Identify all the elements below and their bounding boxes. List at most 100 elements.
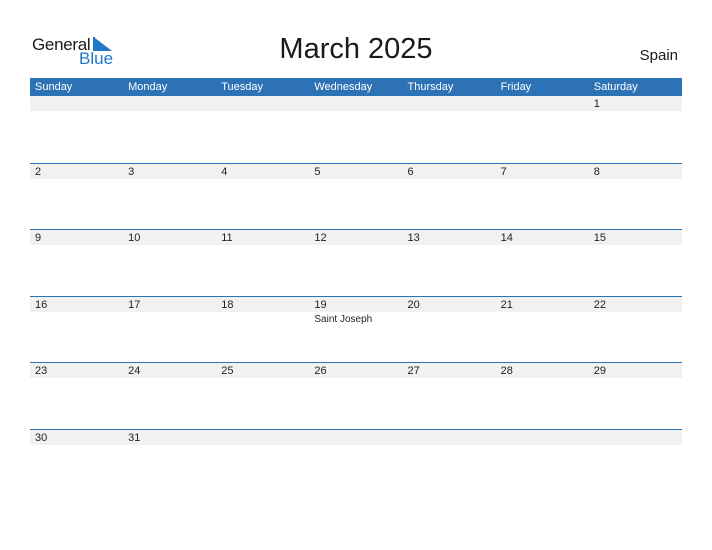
empty-cell [402, 429, 496, 496]
date-strip [588, 163, 682, 179]
day-number: 24 [128, 365, 141, 378]
day-number: 1 [593, 98, 600, 110]
day-number: 22 [593, 298, 606, 311]
day-cell-31: 31 [123, 429, 217, 496]
empty-cell [216, 429, 310, 496]
day-number: 13 [407, 232, 420, 245]
day-cell-16: 16 [30, 296, 124, 363]
date-strip [309, 163, 403, 179]
day-number: 15 [593, 232, 606, 245]
date-strip [495, 96, 589, 111]
empty-cell [123, 96, 217, 163]
day-number: 17 [128, 298, 141, 311]
day-number: 29 [593, 365, 606, 378]
empty-cell [309, 96, 403, 163]
day-number: 6 [407, 165, 414, 178]
empty-cell [402, 96, 496, 163]
date-strip [588, 96, 682, 111]
date-strip [588, 429, 682, 445]
country-label: Spain [639, 47, 678, 64]
date-strip [123, 96, 217, 111]
day-number: 9 [35, 232, 42, 245]
day-number: 30 [35, 431, 48, 444]
day-cell-13: 13 [402, 230, 496, 296]
day-cell-8: 8 [588, 163, 682, 230]
date-strip [402, 163, 496, 179]
date-strip [402, 96, 496, 111]
day-cell-27: 27 [402, 363, 496, 429]
day-number: 5 [314, 165, 321, 178]
day-number: 20 [407, 298, 420, 311]
empty-cell [216, 96, 310, 163]
day-number: 25 [221, 365, 234, 378]
day-number: 23 [35, 365, 48, 378]
week-row: 1 [30, 96, 682, 163]
calendar-title: March 2025 [279, 33, 433, 65]
weekday-monday: Monday [128, 81, 168, 93]
week-row: 16 17 18 19 Saint Joseph 20 21 22 [30, 295, 682, 363]
empty-cell [495, 96, 589, 163]
week-row: 30 31 [30, 428, 682, 496]
day-cell-30: 30 [30, 429, 124, 496]
day-cell-1: 1 [588, 96, 682, 163]
date-strip [123, 163, 217, 179]
weekday-friday: Friday [500, 81, 532, 93]
day-number: 28 [500, 365, 513, 378]
day-cell-14: 14 [495, 230, 589, 296]
date-strip [216, 163, 310, 179]
calendar-grid: 1 2 3 4 5 6 7 8 9 10 11 12 13 14 15 16 17 18 19 Saint Josep… [30, 96, 682, 496]
week-row: 2 3 4 5 6 7 8 [30, 162, 682, 230]
day-cell-6: 6 [402, 163, 496, 230]
day-cell-18: 18 [216, 296, 310, 363]
day-number: 26 [314, 365, 327, 378]
day-cell-22: 22 [588, 296, 682, 363]
day-cell-3: 3 [123, 163, 217, 230]
date-strip [30, 230, 124, 246]
day-number: 11 [221, 232, 233, 245]
weekday-header: Sunday Monday Tuesday Wednesday Thursday Frid… [30, 78, 682, 96]
weekday-saturday: Saturday [593, 81, 638, 93]
day-number: 18 [221, 298, 234, 311]
weekday-sunday: Sunday [35, 81, 73, 93]
day-cell-15: 15 [588, 230, 682, 296]
day-number: 4 [221, 165, 228, 178]
date-strip [402, 429, 496, 445]
day-cell-26: 26 [309, 363, 403, 429]
day-number: 19 [314, 298, 327, 311]
day-cell-11: 11 [216, 230, 310, 296]
day-cell-29: 29 [588, 363, 682, 429]
day-number: 10 [128, 232, 141, 245]
day-cell-12: 12 [309, 230, 403, 296]
day-number: 3 [128, 165, 135, 178]
weekday-wednesday: Wednesday [314, 81, 373, 93]
date-strip [216, 429, 310, 445]
day-cell-5: 5 [309, 163, 403, 230]
day-number: 7 [500, 165, 507, 178]
week-row: 23 24 25 26 27 28 29 [30, 362, 682, 429]
date-strip [30, 96, 124, 111]
empty-cell [495, 429, 589, 496]
empty-cell [309, 429, 403, 496]
date-strip [309, 429, 403, 445]
day-cell-2: 2 [30, 163, 124, 230]
date-strip [495, 163, 589, 179]
day-number: 16 [35, 298, 48, 311]
date-strip [309, 96, 403, 111]
day-number: 14 [500, 232, 513, 245]
day-cell-17: 17 [123, 296, 217, 363]
day-cell-21: 21 [495, 296, 589, 363]
weekday-thursday: Thursday [407, 81, 454, 93]
empty-cell [30, 96, 124, 163]
day-cell-20: 20 [402, 296, 496, 363]
date-strip [216, 96, 310, 111]
day-number: 27 [407, 365, 420, 378]
week-row: 9 10 11 12 13 14 15 [30, 229, 682, 296]
day-cell-9: 9 [30, 230, 124, 296]
day-number: 31 [128, 431, 141, 444]
day-cell-4: 4 [216, 163, 310, 230]
holiday-label: Saint Joseph [314, 313, 373, 325]
weekday-tuesday: Tuesday [221, 81, 264, 93]
day-cell-19: 19 Saint Joseph [309, 296, 403, 363]
day-number: 2 [35, 165, 42, 178]
day-cell-25: 25 [216, 363, 310, 429]
